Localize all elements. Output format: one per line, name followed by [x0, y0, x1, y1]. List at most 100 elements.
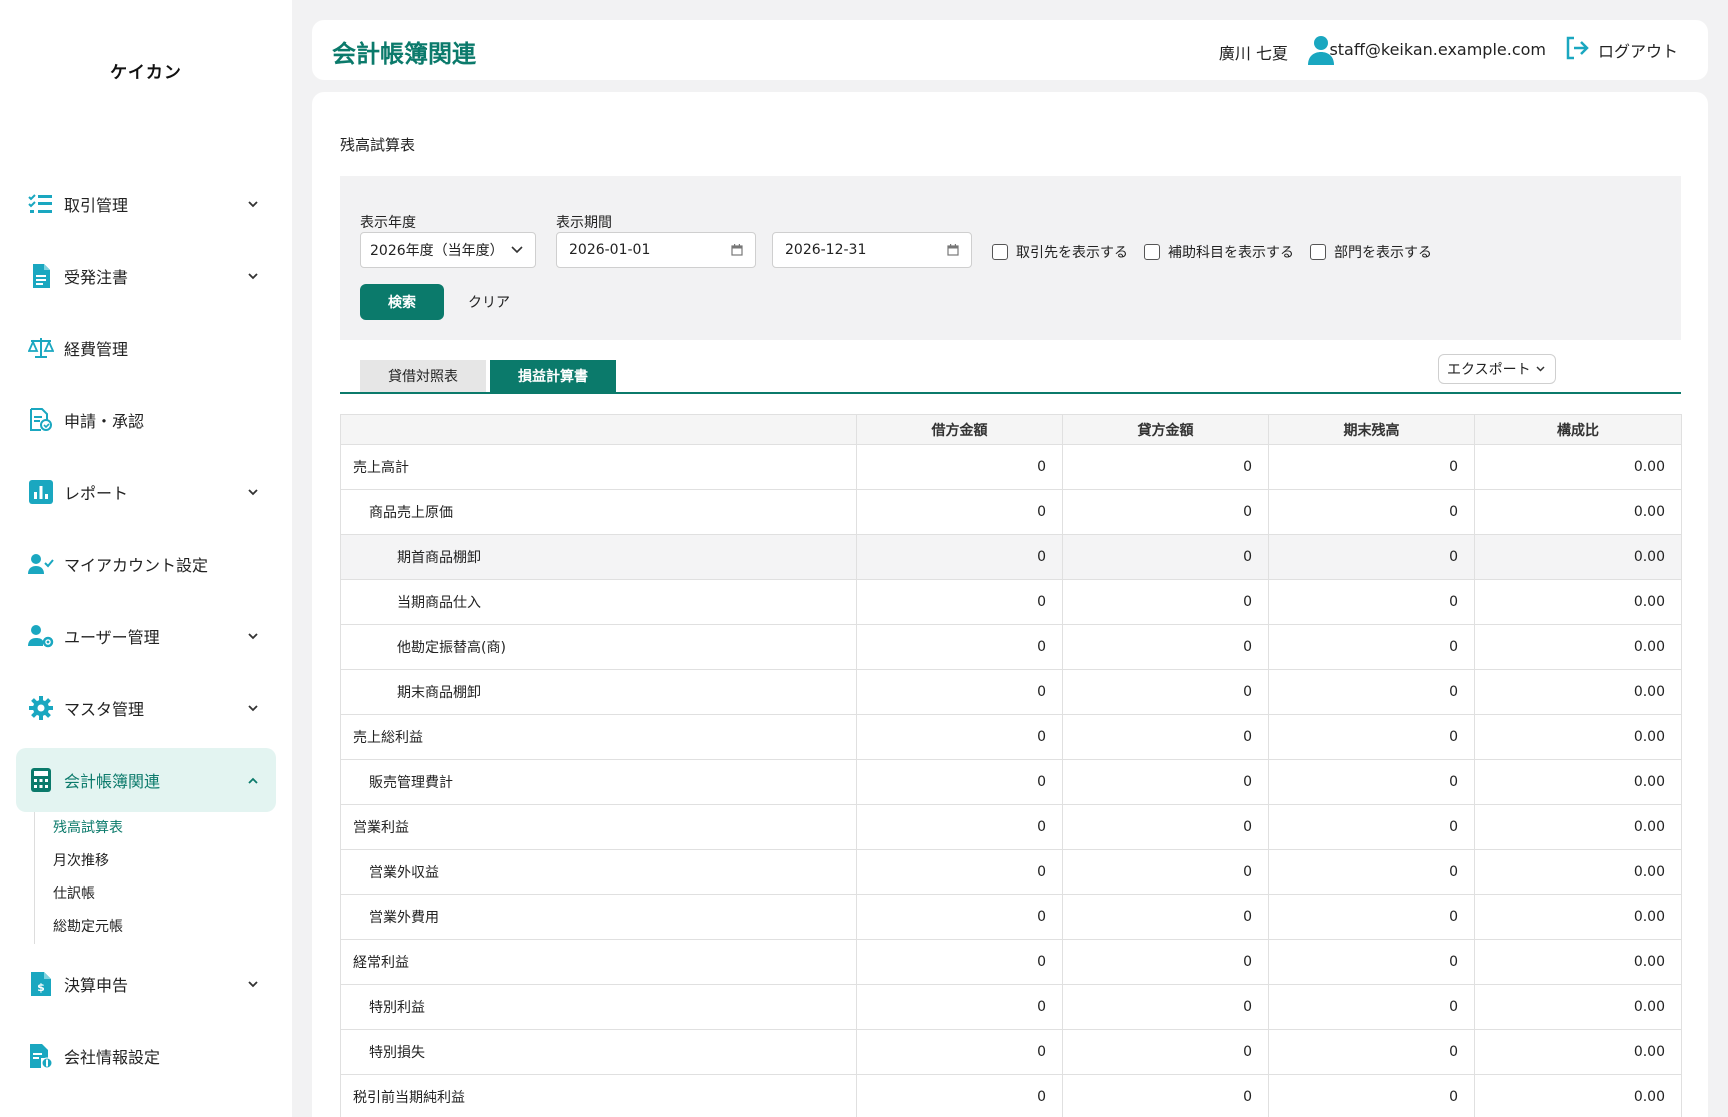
account-name-cell: 特別損失	[340, 1029, 857, 1075]
credit-cell: 0	[1062, 939, 1269, 985]
show-sub-accounts-checkbox[interactable]: 補助科目を表示する	[1144, 242, 1294, 262]
sidebar: ケイカン 取引管理 受発注書 経費管理 申請・承認 レポート マイアカウント設定…	[0, 0, 292, 1117]
period-end-input[interactable]: 2026-12-31	[772, 232, 972, 268]
calendar-icon[interactable]	[945, 242, 961, 258]
clear-button[interactable]: クリア	[464, 284, 514, 320]
ratio-cell: 0.00	[1474, 534, 1682, 580]
logout-icon	[1564, 35, 1590, 65]
user-gear-icon	[28, 623, 54, 649]
chevron-down-icon	[509, 242, 525, 258]
account-name-cell: 経常利益	[340, 939, 857, 985]
debit-cell: 0	[856, 669, 1063, 715]
debit-cell: 0	[856, 1074, 1063, 1117]
ratio-cell: 0.00	[1474, 984, 1682, 1030]
account-name-cell: 営業外費用	[340, 894, 857, 940]
credit-cell: 0	[1062, 1029, 1269, 1075]
sidebar-item-tax-filing[interactable]: $ 決算申告	[16, 952, 276, 1016]
checkbox-label: 取引先を表示する	[1016, 245, 1128, 261]
income-statement-table: 借方金額 貸方金額 期末残高 構成比 売上高計 0 0 0 0.00 商品売上原価 0 0 0 0…	[340, 414, 1682, 1117]
submenu-item-trial-balance[interactable]: 残高試算表	[35, 812, 234, 845]
chevron-down-icon[interactable]	[244, 627, 262, 645]
export-dropdown[interactable]: エクスポート	[1438, 354, 1556, 384]
checkbox-box[interactable]	[992, 244, 1008, 260]
period-start-value: 2026-01-01	[569, 242, 651, 258]
sidebar-item-company-settings[interactable]: 会社情報設定	[16, 1024, 276, 1088]
ending-balance-cell: 0	[1268, 939, 1475, 985]
debit-cell: 0	[856, 759, 1063, 805]
show-departments-checkbox[interactable]: 部門を表示する	[1310, 242, 1432, 262]
ratio-cell: 0.00	[1474, 804, 1682, 850]
chevron-down-icon	[1533, 362, 1547, 376]
debit-cell: 0	[856, 894, 1063, 940]
table-row: 他勘定振替高(商) 0 0 0 0.00	[340, 624, 1682, 670]
ratio-cell: 0.00	[1474, 444, 1682, 490]
table-row: 期末商品棚卸 0 0 0 0.00	[340, 669, 1682, 715]
ratio-cell: 0.00	[1474, 624, 1682, 670]
chevron-down-icon[interactable]	[244, 195, 262, 213]
sidebar-item-label: 申請・承認	[64, 412, 145, 431]
svg-text:$: $	[37, 981, 45, 994]
sidebar-item-orders[interactable]: 受発注書	[16, 244, 276, 308]
credit-cell: 0	[1062, 849, 1269, 895]
sidebar-item-my-account[interactable]: マイアカウント設定	[16, 532, 276, 596]
account-name-cell: 他勘定振替高(商)	[340, 624, 857, 670]
debit-cell: 0	[856, 624, 1063, 670]
gear-icon	[28, 695, 54, 721]
table-header-row: 借方金額 貸方金額 期末残高 構成比	[340, 414, 1682, 445]
sidebar-item-master[interactable]: マスタ管理	[16, 676, 276, 740]
calendar-icon[interactable]	[729, 242, 745, 258]
fiscal-year-label: 表示年度	[360, 215, 416, 231]
period-start-input[interactable]: 2026-01-01	[556, 232, 756, 268]
export-label: エクスポート	[1447, 362, 1531, 378]
period-label: 表示期間	[556, 215, 612, 231]
table-row: 商品売上原価 0 0 0 0.00	[340, 489, 1682, 535]
debit-cell: 0	[856, 714, 1063, 760]
chevron-down-icon[interactable]	[244, 483, 262, 501]
submenu-item-journal[interactable]: 仕訳帳	[35, 878, 234, 911]
user-email: staff@keikan.example.com	[1329, 40, 1546, 59]
user-name: 廣川 七夏	[1218, 44, 1288, 63]
sidebar-item-accounting[interactable]: 会計帳簿関連	[16, 748, 276, 812]
ratio-cell: 0.00	[1474, 1074, 1682, 1117]
chevron-down-icon[interactable]	[244, 975, 262, 993]
tab-balance-sheet[interactable]: 貸借対照表	[360, 360, 486, 392]
user-check-icon	[28, 551, 54, 577]
chevron-down-icon[interactable]	[244, 699, 262, 717]
app-logo: ケイカン	[110, 63, 182, 83]
ending-balance-cell: 0	[1268, 579, 1475, 625]
credit-cell: 0	[1062, 489, 1269, 535]
sidebar-item-transactions[interactable]: 取引管理	[16, 172, 276, 236]
account-name-cell: 販売管理費計	[340, 759, 857, 805]
sidebar-item-approvals[interactable]: 申請・承認	[16, 388, 276, 452]
search-button[interactable]: 検索	[360, 284, 444, 320]
ending-balance-cell: 0	[1268, 624, 1475, 670]
ending-balance-cell: 0	[1268, 489, 1475, 535]
checkbox-box[interactable]	[1310, 244, 1326, 260]
account-name-cell: 期首商品棚卸	[340, 534, 857, 580]
credit-cell: 0	[1062, 804, 1269, 850]
chevron-up-icon[interactable]	[244, 771, 262, 789]
table-row: 当期商品仕入 0 0 0 0.00	[340, 579, 1682, 625]
tab-income-statement[interactable]: 損益計算書	[490, 360, 616, 392]
main-card: 残高試算表 表示年度 2026年度（当年度） 表示期間 2026-01-01 2…	[312, 92, 1708, 1117]
fiscal-year-select[interactable]: 2026年度（当年度）	[360, 232, 536, 268]
chevron-down-icon[interactable]	[244, 267, 262, 285]
debit-cell: 0	[856, 1029, 1063, 1075]
logout-button[interactable]: ログアウト	[1564, 35, 1678, 65]
ending-balance-cell: 0	[1268, 804, 1475, 850]
ratio-cell: 0.00	[1474, 489, 1682, 535]
ratio-cell: 0.00	[1474, 669, 1682, 715]
submenu-item-general-ledger[interactable]: 総勘定元帳	[35, 911, 234, 944]
submenu-item-monthly-trend[interactable]: 月次推移	[35, 845, 234, 878]
sidebar-item-user-management[interactable]: ユーザー管理	[16, 604, 276, 668]
sidebar-item-reports[interactable]: レポート	[16, 460, 276, 524]
debit-cell: 0	[856, 939, 1063, 985]
show-partners-checkbox[interactable]: 取引先を表示する	[992, 242, 1128, 262]
ending-balance-cell: 0	[1268, 534, 1475, 580]
table-row: 税引前当期純利益 0 0 0 0.00	[340, 1074, 1682, 1117]
checkbox-box[interactable]	[1144, 244, 1160, 260]
table-row: 特別損失 0 0 0 0.00	[340, 1029, 1682, 1075]
credit-cell: 0	[1062, 669, 1269, 715]
ending-balance-cell: 0	[1268, 894, 1475, 940]
sidebar-item-expenses[interactable]: 経費管理	[16, 316, 276, 380]
